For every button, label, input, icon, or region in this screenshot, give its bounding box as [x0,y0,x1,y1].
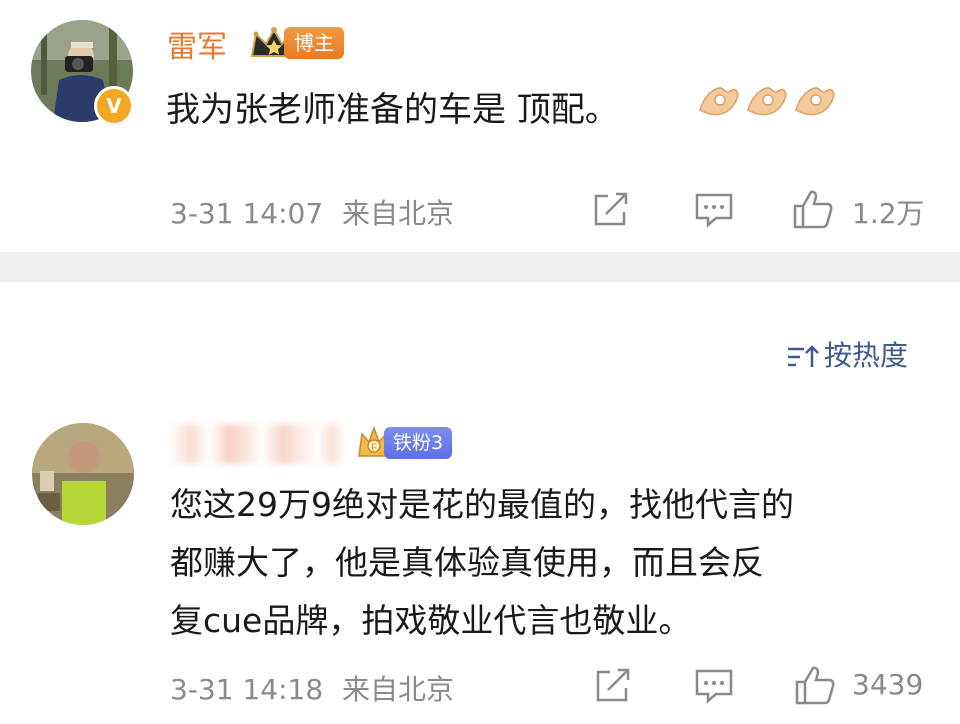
comment-text-line-3: 复cue品牌，拍戏敬业代言也敬业。 [170,601,692,640]
blogger-tag: 博主 [284,27,344,59]
comment-like-count: 3439 [852,668,924,701]
comment-icon[interactable] [694,668,734,704]
sort-label: 按热度 [824,339,909,372]
post-timestamp: 3-31 14:07 [170,197,324,230]
ok-hand-emoji [795,87,835,116]
comment-text-line-2: 都赚大了，他是真体验真使用，而且会反 [170,543,764,582]
fan-level-tag: 铁粉3 [384,427,452,459]
comment-icon[interactable] [694,192,734,228]
commenter-avatar[interactable] [32,423,134,525]
like-count: 1.2万 [852,197,925,230]
comment-text-line-1: 您这29万9绝对是花的最值的，找他代言的 [170,485,794,524]
section-divider [0,252,960,282]
share-icon[interactable] [594,668,632,704]
comment-location: 来自北京 [342,673,455,706]
commenter-name-blurred[interactable] [170,424,346,464]
verified-badge-icon: V [94,86,134,126]
emoji-group [696,76,836,126]
post-time: 3-31 14:07 来自北京 [170,192,454,232]
weibo-post: V 雷军 博主 我为张老师准备的车是 顶配。 3-31 14:07 来自北京 1… [0,0,960,252]
ok-hand-emoji [747,87,787,116]
like-icon[interactable] [794,664,836,706]
post-location: 来自北京 [342,197,455,230]
comment-meta: 3-31 14:18 来自北京 [170,668,454,708]
like-icon[interactable] [792,188,834,230]
share-icon[interactable] [592,192,630,228]
sort-by-hot-button[interactable]: 按热度 [786,334,908,374]
sort-icon [788,345,819,367]
svg-text:F: F [371,442,377,452]
ok-hand-emoji [699,87,739,116]
author-name[interactable]: 雷军 [167,22,227,66]
comment-timestamp: 3-31 14:18 [170,673,324,706]
post-text: 我为张老师准备的车是 顶配。 [166,90,619,130]
